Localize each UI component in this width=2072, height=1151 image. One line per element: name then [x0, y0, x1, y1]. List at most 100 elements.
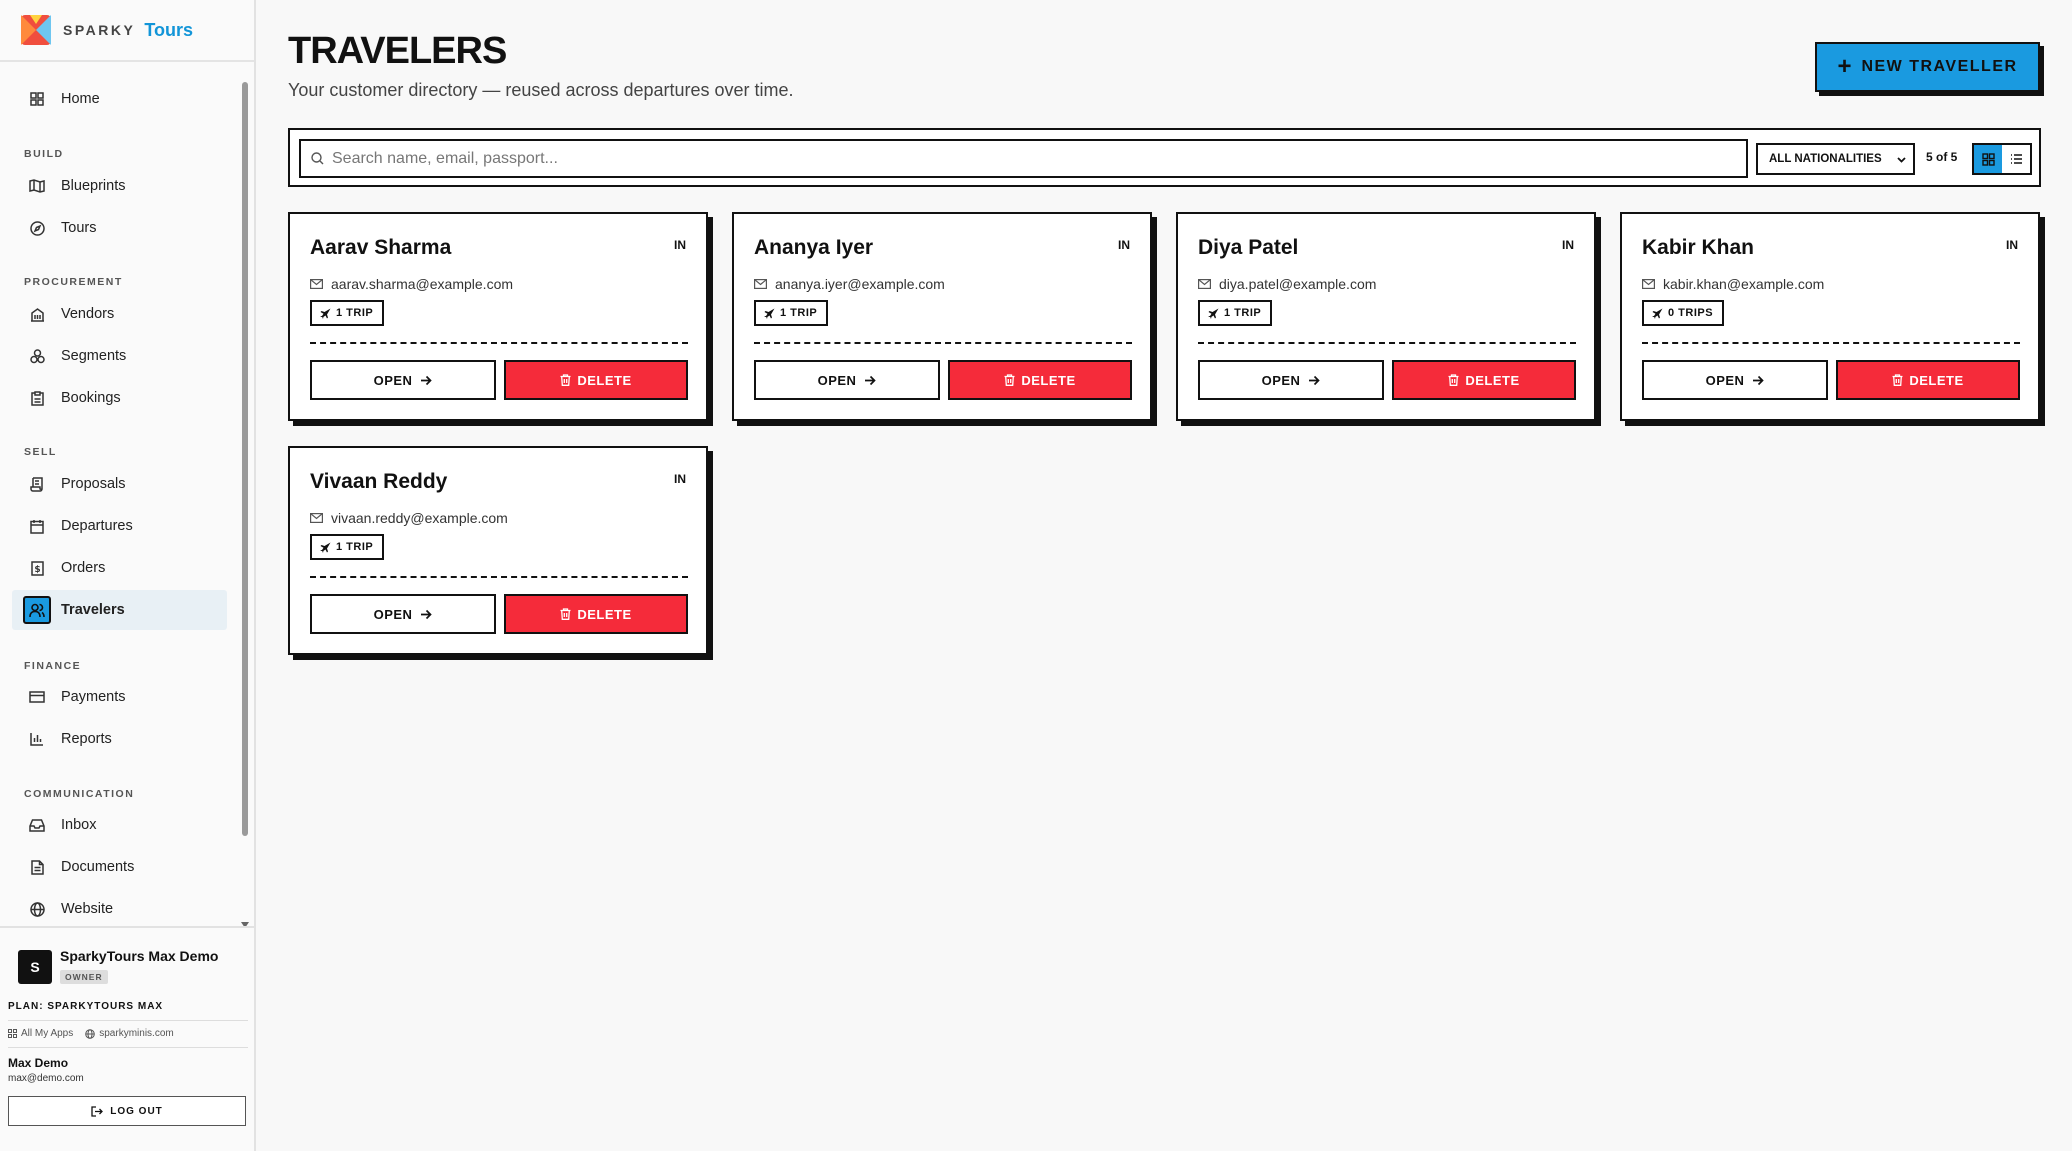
divider [1198, 342, 1576, 344]
sidebar-item-travelers[interactable]: Travelers [12, 590, 227, 630]
delete-button[interactable]: DELETE [1392, 360, 1576, 400]
delete-button[interactable]: DELETE [504, 594, 688, 634]
nav-section-communication: COMMUNICATION [24, 788, 135, 800]
grid-icon [1981, 152, 1995, 166]
sidebar-item-label: Proposals [61, 476, 126, 492]
sidebar-item-documents[interactable]: Documents [12, 847, 227, 887]
site-link[interactable]: sparkyminis.com [85, 1028, 174, 1039]
traveler-card: Vivaan Reddy IN vivaan.reddy@example.com… [288, 446, 708, 655]
new-traveller-button[interactable]: + NEW TRAVELLER [1815, 42, 2040, 92]
delete-label: DELETE [1021, 372, 1076, 388]
brand-tours: Tours [144, 19, 193, 40]
traveler-name[interactable]: Aarav Sharma [310, 236, 451, 260]
divider [1642, 342, 2020, 344]
arrow-right-icon [1753, 375, 1765, 385]
sidebar-item-label: Home [61, 91, 100, 107]
traveler-email: kabir.khan@example.com [1663, 276, 1825, 292]
trips-count: 0 TRIPS [1668, 307, 1714, 319]
open-label: OPEN [373, 606, 413, 622]
trash-icon [1448, 374, 1459, 386]
sidebar-item-home[interactable]: Home [12, 79, 227, 119]
sidebar-item-label: Payments [61, 689, 126, 705]
delete-button[interactable]: DELETE [504, 360, 688, 400]
sidebar-scroll-thumb[interactable] [242, 82, 248, 836]
trips-count: 1 TRIP [1224, 307, 1262, 319]
svg-text:$: $ [34, 565, 40, 575]
nav-section-finance: FINANCE [24, 660, 82, 672]
arrow-right-icon [421, 375, 433, 385]
list-view-button[interactable] [2002, 145, 2030, 173]
open-button[interactable]: OPEN [1198, 360, 1384, 400]
user-email: max@demo.com [8, 1073, 84, 1084]
nav: Home BUILD Blueprints Tours PROCUREMENT … [0, 62, 238, 924]
delete-label: DELETE [577, 372, 632, 388]
sidebar-item-website[interactable]: Website [12, 889, 227, 924]
open-button[interactable]: OPEN [1642, 360, 1828, 400]
sidebar-item-payments[interactable]: Payments [12, 677, 227, 717]
sidebar-item-proposals[interactable]: Proposals [12, 464, 227, 504]
nationality-code: IN [674, 472, 686, 486]
receipt-dollar-icon: $ [28, 559, 46, 577]
sidebar-item-tours[interactable]: Tours [12, 208, 227, 248]
sidebar-item-label: Inbox [61, 817, 97, 833]
sidebar-item-blueprints[interactable]: Blueprints [12, 166, 227, 206]
grid-icon [8, 1029, 17, 1038]
nationality-code: IN [674, 238, 686, 252]
new-traveller-label: NEW TRAVELLER [1861, 58, 2018, 75]
open-button[interactable]: OPEN [754, 360, 940, 400]
sidebar-item-reports[interactable]: Reports [12, 719, 227, 759]
org-switcher[interactable]: S SparkyTours Max Demo OWNER [8, 948, 248, 985]
traveler-name[interactable]: Ananya Iyer [754, 236, 873, 260]
calendar-icon [28, 517, 46, 535]
trips-count: 1 TRIP [780, 307, 818, 319]
grid-view-button[interactable] [1974, 145, 2002, 173]
open-button[interactable]: OPEN [310, 360, 496, 400]
open-button[interactable]: OPEN [310, 594, 496, 634]
traveler-name[interactable]: Diya Patel [1198, 236, 1298, 260]
bar-chart-icon [28, 730, 46, 748]
sidebar-item-departures[interactable]: Departures [12, 506, 227, 546]
sidebar-item-bookings[interactable]: Bookings [12, 378, 227, 418]
logout-button[interactable]: LOG OUT [8, 1096, 246, 1126]
mail-icon [310, 513, 323, 523]
sidebar-scrollbar[interactable] [240, 76, 250, 928]
delete-button[interactable]: DELETE [948, 360, 1132, 400]
traveler-name[interactable]: Kabir Khan [1642, 236, 1754, 260]
globe-icon [85, 1028, 96, 1039]
nationality-select[interactable]: ALL NATIONALITIES [1756, 143, 1915, 175]
all-apps-link[interactable]: All My Apps [8, 1028, 73, 1039]
brand-sparky: SPARKY [63, 22, 136, 38]
delete-label: DELETE [577, 606, 632, 622]
search-input[interactable] [332, 149, 1712, 168]
sidebar-item-label: Tours [61, 220, 97, 236]
sidebar-item-label: Blueprints [61, 178, 126, 194]
document-icon [28, 858, 46, 876]
open-label: OPEN [817, 372, 857, 388]
traveler-name[interactable]: Vivaan Reddy [310, 470, 447, 494]
sidebar-item-inbox[interactable]: Inbox [12, 805, 227, 845]
delete-button[interactable]: DELETE [1836, 360, 2020, 400]
sidebar-item-orders[interactable]: $ Orders [12, 548, 227, 588]
sidebar-item-label: Travelers [61, 602, 125, 618]
map-icon [28, 177, 46, 195]
sparky-logo-icon [21, 15, 51, 45]
open-label: OPEN [1705, 372, 1745, 388]
open-label: OPEN [1261, 372, 1301, 388]
traveler-email: ananya.iyer@example.com [775, 276, 945, 292]
sidebar-item-label: Documents [61, 859, 135, 875]
plan-label: PLAN: SPARKYTOURS MAX [8, 1001, 248, 1021]
sidebar-item-segments[interactable]: Segments [12, 336, 227, 376]
plane-icon [1652, 308, 1663, 318]
org-panel: S SparkyTours Max Demo OWNER PLAN: SPARK… [0, 926, 256, 1126]
building-icon [28, 305, 46, 323]
scroll-icon [28, 475, 46, 493]
search-box[interactable] [299, 139, 1748, 178]
brand[interactable]: SPARKY Tours [0, 0, 254, 62]
nationality-code: IN [1562, 238, 1574, 252]
nav-section-procurement: PROCUREMENT [24, 276, 123, 288]
sidebar-item-label: Departures [61, 518, 133, 534]
search-icon [311, 152, 324, 165]
mail-icon [310, 279, 323, 289]
list-icon [2010, 154, 2022, 164]
sidebar-item-vendors[interactable]: Vendors [12, 294, 227, 334]
